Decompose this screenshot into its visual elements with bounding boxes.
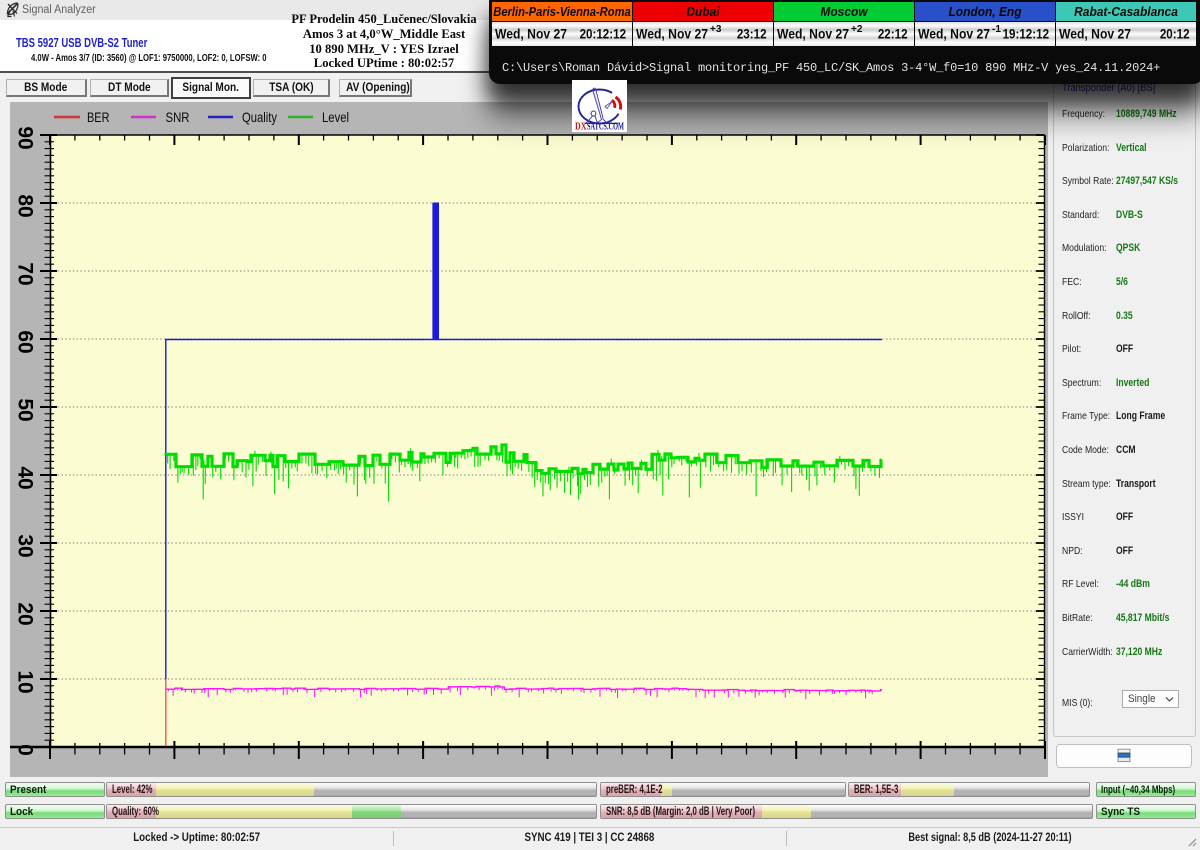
svg-text:50: 50 [14,398,37,421]
svg-text:Quality: Quality [242,109,277,125]
svg-text:DX: DX [575,122,587,132]
svg-text:SATCS.COM: SATCS.COM [587,122,624,132]
svg-text:80: 80 [14,194,37,217]
svg-text:SNR: SNR [166,109,190,125]
svg-text:60: 60 [14,330,37,353]
svg-text:20: 20 [14,602,37,625]
svg-text:10: 10 [14,670,37,693]
svg-text:90: 90 [14,126,37,149]
svg-text:Level: Level [322,109,349,125]
svg-text:40: 40 [14,466,37,489]
svg-text:70: 70 [14,262,37,285]
svg-text:0: 0 [14,744,37,756]
svg-text:30: 30 [14,534,37,557]
svg-text:BER: BER [87,109,110,125]
